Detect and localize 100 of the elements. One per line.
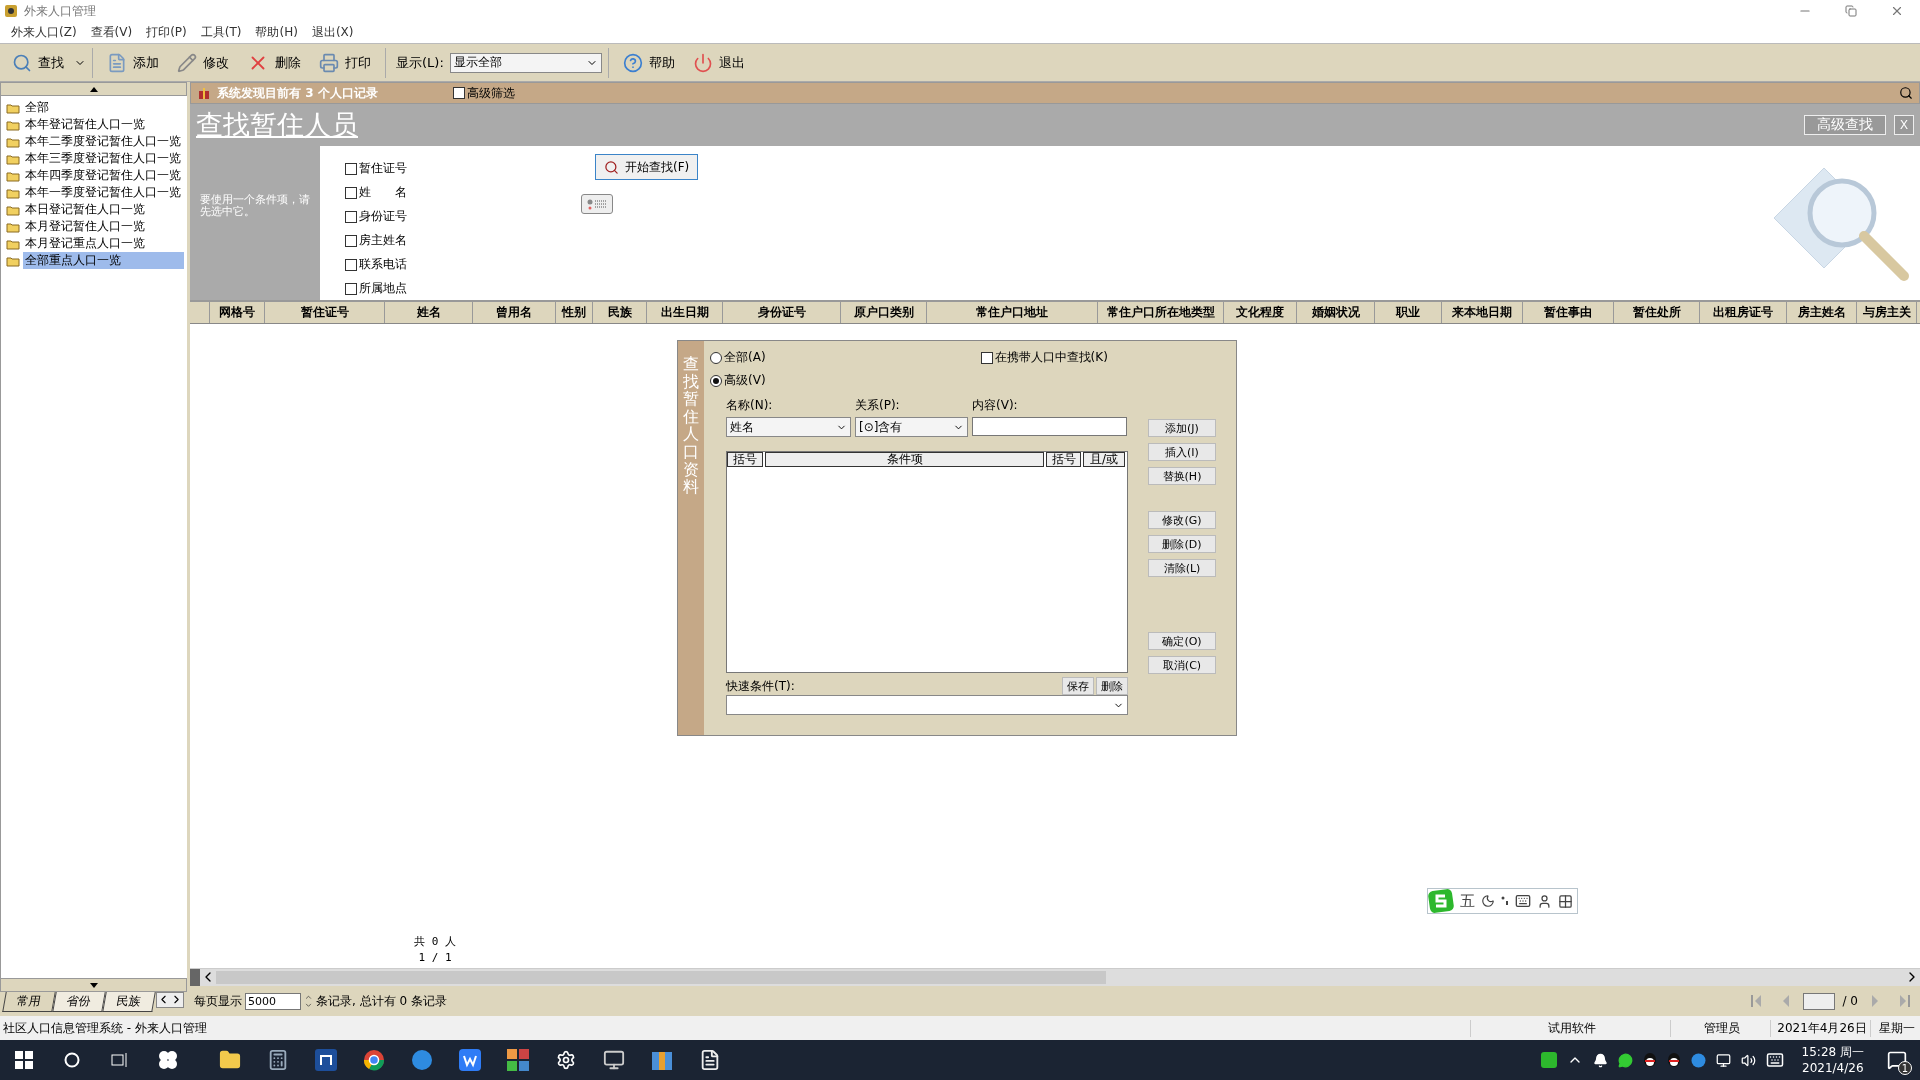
- sidebar-item[interactable]: 本年登记暂住人口一览: [23, 116, 147, 133]
- penguin-icon[interactable]: [1642, 1052, 1657, 1068]
- column-header[interactable]: 与房主关: [1857, 302, 1917, 323]
- toolbar-button[interactable]: 打印: [311, 46, 379, 79]
- bell-icon[interactable]: [1592, 1052, 1608, 1068]
- mode-radio[interactable]: 全部(A): [710, 349, 766, 366]
- column-header[interactable]: 原户口类别: [841, 302, 927, 323]
- speaker-icon[interactable]: [1740, 1052, 1756, 1068]
- column-header[interactable]: 婚姻状况: [1297, 302, 1375, 323]
- dialog-button[interactable]: 清除(L): [1148, 559, 1216, 577]
- sidebar-item[interactable]: 全部重点人口一览: [23, 252, 184, 269]
- column-header[interactable]: 职业: [1375, 302, 1442, 323]
- dialog-button[interactable]: 插入(I): [1148, 443, 1216, 461]
- toolbar-button[interactable]: 添加: [99, 46, 167, 79]
- column-header[interactable]: 出生日期: [647, 302, 723, 323]
- sidebar-item[interactable]: 本年一季度登记暂住人口一览: [23, 184, 183, 201]
- keyboard-icon[interactable]: [1765, 1051, 1784, 1069]
- column-header[interactable]: 出租房证号: [1700, 302, 1787, 323]
- dialog-button[interactable]: 删除(D): [1148, 535, 1216, 553]
- sidebar-item[interactable]: 全部: [23, 99, 51, 116]
- column-header[interactable]: 暂住事由: [1523, 302, 1614, 323]
- field-checkbox[interactable]: 联系电话: [345, 256, 595, 273]
- column-header[interactable]: 身份证号: [723, 302, 841, 323]
- sidebar-item[interactable]: 本年四季度登记暂住人口一览: [23, 167, 183, 184]
- gift-icon: [197, 86, 211, 100]
- sidebar-tab[interactable]: 省份: [52, 992, 106, 1012]
- id-card-button[interactable]: [581, 194, 613, 214]
- field-checkbox[interactable]: 所属地点: [345, 280, 595, 297]
- sidebar-item[interactable]: 本年二季度登记暂住人口一览: [23, 133, 183, 150]
- network-icon[interactable]: [1715, 1052, 1731, 1068]
- dialog-button[interactable]: 添加(J): [1148, 419, 1216, 437]
- clock-time[interactable]: 15:28 周一: [1801, 1044, 1864, 1060]
- menu-item[interactable]: 外来人口(Z): [4, 24, 84, 41]
- dialog-button[interactable]: 修改(G): [1148, 511, 1216, 529]
- mode-radio[interactable]: 高级(V): [710, 372, 766, 389]
- column-header[interactable]: 暂住证号: [265, 302, 385, 323]
- menu-item[interactable]: 退出(X): [304, 24, 361, 41]
- start-search-button[interactable]: 开始查找(F): [595, 154, 699, 180]
- penguin-icon[interactable]: [1666, 1052, 1681, 1068]
- spinner-icon[interactable]: [304, 992, 313, 1010]
- content-input[interactable]: [972, 417, 1127, 436]
- ime-mode-text[interactable]: 五: [1460, 891, 1475, 911]
- sidebar-tab[interactable]: 民族: [102, 992, 156, 1012]
- toolbar-button[interactable]: 修改: [169, 46, 237, 79]
- quick-button[interactable]: 保存: [1062, 677, 1094, 695]
- grid-icon[interactable]: [1558, 893, 1573, 909]
- toolbar-button[interactable]: 删除: [239, 46, 309, 79]
- name-select[interactable]: 姓名: [726, 417, 851, 437]
- sidebar-item[interactable]: 本月登记暂住人口一览: [23, 218, 147, 235]
- field-checkbox[interactable]: 暂住证号: [345, 160, 595, 177]
- menu-item[interactable]: 打印(P): [139, 24, 194, 41]
- display-select[interactable]: 显示全部: [449, 52, 602, 73]
- field-checkbox[interactable]: 姓 名: [345, 184, 595, 201]
- column-header[interactable]: 性别: [556, 302, 593, 323]
- dialog-button[interactable]: 替换(H): [1148, 467, 1216, 485]
- column-header[interactable]: 来本地日期: [1442, 302, 1523, 323]
- field-checkbox[interactable]: 房主姓名: [345, 232, 595, 249]
- grid-header: 条件项: [765, 452, 1045, 467]
- sidebar-item[interactable]: 本年三季度登记暂住人口一览: [23, 150, 183, 167]
- moon-icon[interactable]: [1481, 894, 1495, 908]
- menu-item[interactable]: 查看(V): [83, 24, 140, 41]
- column-header[interactable]: 常住户口所在地类型: [1098, 302, 1224, 323]
- field-checkbox[interactable]: 身份证号: [345, 208, 595, 225]
- user-icon[interactable]: [1537, 893, 1552, 909]
- search-icon[interactable]: [1899, 86, 1913, 100]
- toolbar-button[interactable]: 查找: [4, 46, 72, 79]
- toolbar-button[interactable]: 帮助: [614, 46, 683, 79]
- column-header[interactable]: 姓名: [385, 302, 473, 323]
- relation-select[interactable]: [⊙]含有: [855, 417, 968, 437]
- sidebar-item[interactable]: 本日登记暂住人口一览: [23, 201, 147, 218]
- folder-icon: [6, 135, 20, 148]
- page-input[interactable]: [1802, 992, 1835, 1010]
- column-header[interactable]: 网格号: [210, 302, 265, 323]
- app-icon: [4, 4, 18, 18]
- column-header[interactable]: 民族: [593, 302, 647, 323]
- clock-date[interactable]: 2021/4/26: [1802, 1060, 1864, 1076]
- per-page-input[interactable]: 5000: [245, 992, 301, 1010]
- column-header[interactable]: 曾用名: [473, 302, 556, 323]
- sidebar-tab[interactable]: 常用: [2, 992, 56, 1012]
- chat-icon[interactable]: [1617, 1052, 1633, 1068]
- advanced-filter-checkbox[interactable]: 高级筛选: [453, 84, 515, 102]
- quick-button[interactable]: 删除: [1096, 677, 1128, 695]
- punctuation-icon[interactable]: [1501, 895, 1509, 907]
- carry-checkbox[interactable]: 在携带人口中查找(K): [980, 349, 1108, 366]
- dialog-button[interactable]: 确定(O): [1148, 632, 1216, 650]
- down-arrow-icon: [89, 982, 98, 988]
- keyboard-icon[interactable]: [1515, 893, 1531, 909]
- menu-item[interactable]: 工具(T): [193, 24, 249, 41]
- dialog-button[interactable]: 取消(C): [1148, 656, 1216, 674]
- chat-bubble-icon[interactable]: [1690, 1052, 1706, 1068]
- column-header[interactable]: 常住户口地址: [927, 302, 1098, 323]
- ime-logo-icon[interactable]: [1540, 1052, 1557, 1068]
- menu-item[interactable]: 帮助(H): [248, 24, 305, 41]
- quick-condition-select[interactable]: [726, 695, 1128, 715]
- sidebar-item[interactable]: 本月登记重点人口一览: [23, 235, 147, 252]
- toolbar-button[interactable]: 退出: [684, 46, 753, 79]
- column-header[interactable]: 文化程度: [1224, 302, 1297, 323]
- folder-icon: [6, 237, 20, 250]
- column-header[interactable]: 房主姓名: [1787, 302, 1857, 323]
- column-header[interactable]: 暂住处所: [1614, 302, 1700, 323]
